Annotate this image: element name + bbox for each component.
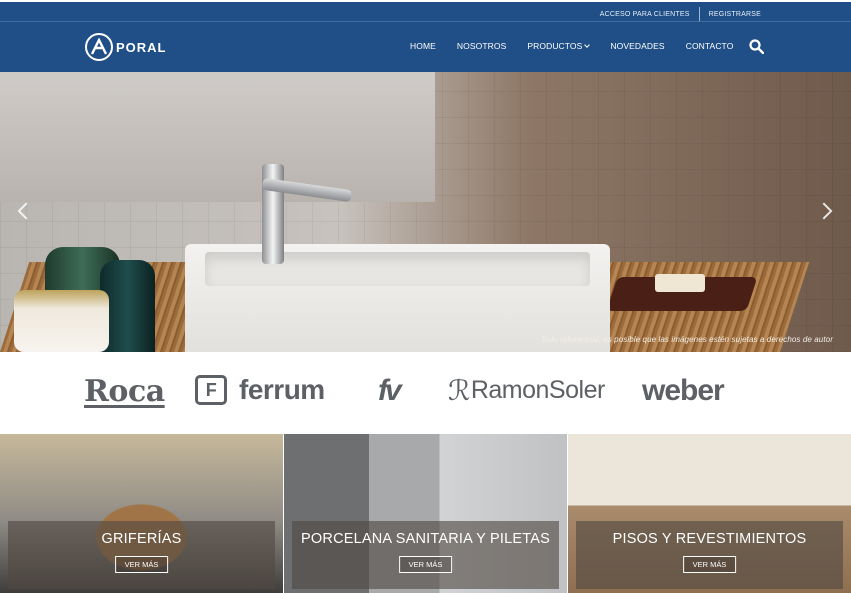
client-access-link[interactable]: ACCESO PARA CLIENTES	[600, 11, 690, 18]
brand-logo-fv[interactable]: fv	[378, 374, 402, 408]
nav-nosotros[interactable]: NOSOTROS	[457, 41, 506, 51]
brand-name: RamonSoler	[470, 376, 605, 404]
top-utility-bar: ACCESO PARA CLIENTES REGISTRARSE	[0, 0, 851, 22]
register-link[interactable]: REGISTRARSE	[709, 11, 761, 18]
brand-logo-weber[interactable]: weber	[642, 374, 725, 408]
ramonsoler-mark-icon: ℛ	[448, 375, 470, 406]
brand-logo-ferrum[interactable]: F ferrum	[195, 374, 325, 406]
hero-image-mirror	[0, 72, 435, 202]
category-card-porcelana[interactable]: PORCELANA SANITARIA Y PILETAS VER MÁS	[284, 434, 567, 593]
image-disclaimer: Solo referencial, es posible que las imá…	[541, 335, 833, 344]
nav-home[interactable]: HOME	[410, 41, 436, 51]
nav-productos[interactable]: PRODUCTOS	[527, 41, 591, 51]
brand-logo-ramonsoler[interactable]: ℛ RamonSoler	[448, 374, 605, 407]
brand-logo-roca[interactable]: Roca	[84, 374, 165, 409]
nav-novedades[interactable]: NOVEDADES	[610, 41, 664, 51]
nav-contacto[interactable]: CONTACTO	[686, 41, 734, 51]
logo-text: PORAL	[116, 39, 167, 55]
search-icon[interactable]	[749, 39, 764, 54]
brand-name: ferrum	[239, 374, 325, 405]
category-title: GRIFERÍAS	[101, 531, 182, 547]
ver-mas-button[interactable]: VER MÁS	[398, 556, 453, 573]
category-grid: GRIFERÍAS VER MÁS PORCELANA SANITARIA Y …	[0, 434, 851, 593]
category-card-pisos[interactable]: PISOS Y REVESTIMIENTOS VER MÁS	[568, 434, 851, 593]
hero-image-jar	[14, 290, 109, 352]
brands-strip: Roca F ferrum fv ℛ RamonSoler weber	[0, 352, 851, 434]
main-navbar: PORAL HOME NOSOTROS PRODUCTOS NOVEDADES …	[0, 22, 851, 72]
divider	[698, 7, 700, 21]
category-card-griferias[interactable]: GRIFERÍAS VER MÁS	[0, 434, 283, 593]
ver-mas-button[interactable]: VER MÁS	[114, 556, 169, 573]
hero-carousel: Solo referencial, es posible que las imá…	[0, 72, 851, 352]
main-menu: HOME NOSOTROS PRODUCTOS NOVEDADES CONTAC…	[410, 41, 754, 51]
logo[interactable]: PORAL	[85, 33, 167, 61]
category-title: PORCELANA SANITARIA Y PILETAS	[301, 531, 550, 547]
ferrum-mark-icon: F	[195, 375, 227, 405]
hero-image-soap	[655, 274, 705, 292]
nav-productos-label: PRODUCTOS	[527, 41, 583, 51]
chevron-down-icon	[584, 42, 591, 48]
utility-links: ACCESO PARA CLIENTES REGISTRARSE	[600, 7, 761, 21]
logo-icon	[85, 33, 113, 61]
ver-mas-button[interactable]: VER MÁS	[682, 556, 737, 573]
category-title: PISOS Y REVESTIMIENTOS	[612, 531, 807, 547]
